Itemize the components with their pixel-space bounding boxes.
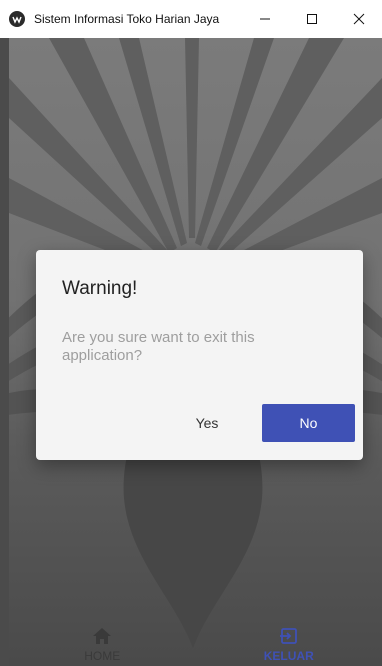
maximize-icon xyxy=(306,14,317,24)
minimize-button[interactable] xyxy=(241,0,288,38)
dialog-title: Warning! xyxy=(62,278,138,299)
dialog-message: Are you sure want to exit this applicati… xyxy=(62,329,255,364)
app-window: Sistem Informasi Toko Harian Jaya Warnin… xyxy=(0,0,382,666)
exit-icon xyxy=(279,628,297,644)
window-controls xyxy=(241,0,382,38)
nav-item-keluar-label: KELUAR xyxy=(263,649,314,663)
bottom-navigation: HOME KELUAR xyxy=(9,614,382,666)
home-icon xyxy=(93,628,112,644)
app-icon xyxy=(9,11,25,27)
exit-confirm-dialog: Warning! Are you sure want to exit this … xyxy=(36,250,363,460)
nav-item-home-label: HOME xyxy=(84,649,121,663)
window-title: Sistem Informasi Toko Harian Jaya xyxy=(34,12,220,26)
yes-button[interactable]: Yes xyxy=(182,404,232,442)
close-button[interactable] xyxy=(335,0,382,38)
minimize-icon xyxy=(259,18,270,20)
maximize-button[interactable] xyxy=(288,0,335,38)
no-button[interactable]: No xyxy=(262,404,355,442)
close-icon xyxy=(353,13,364,25)
title-bar: Sistem Informasi Toko Harian Jaya xyxy=(0,0,382,38)
nav-item-keluar[interactable]: KELUAR xyxy=(196,614,382,666)
nav-item-home[interactable]: HOME xyxy=(9,614,196,666)
